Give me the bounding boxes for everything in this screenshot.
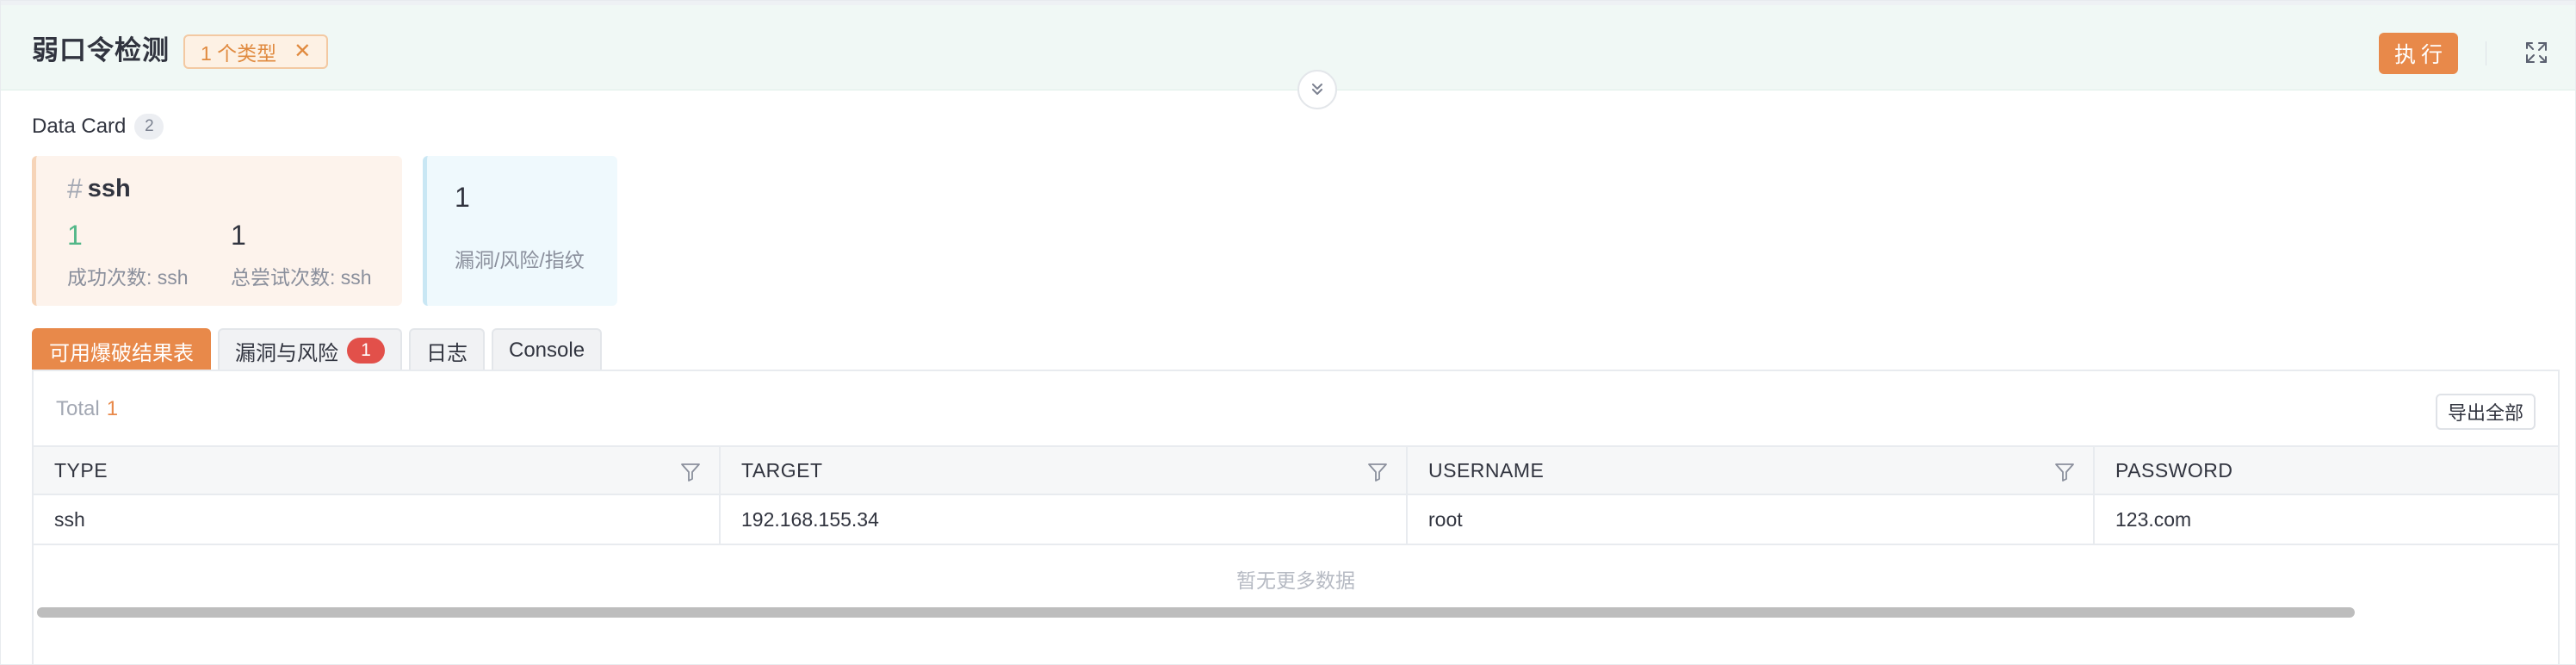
- tab-vulns-risks[interactable]: 漏洞与风险 1: [218, 328, 402, 371]
- column-header-target[interactable]: TARGET: [721, 447, 1408, 494]
- expand-icon[interactable]: [2523, 40, 2549, 65]
- card-title: # ssh: [67, 173, 131, 205]
- tab-label: 日志: [426, 341, 468, 365]
- execute-button[interactable]: 执行: [2379, 33, 2458, 74]
- type-filter-tag[interactable]: 1 个类型 ✕: [183, 34, 329, 69]
- total-value: 1: [106, 397, 119, 420]
- export-all-button[interactable]: 导出全部: [2436, 394, 2536, 430]
- no-more-data-text: 暂无更多数据: [1236, 569, 1355, 592]
- data-card-label: Data Card: [32, 115, 127, 138]
- total-count: Total 1: [56, 397, 118, 421]
- table-cell-type: ssh: [34, 495, 721, 544]
- stat-label: 总尝试次数: ssh: [231, 266, 372, 289]
- tab-count-badge: 1: [347, 338, 385, 364]
- table-cell-password: 123.com: [2115, 507, 2192, 531]
- column-header-label: USERNAME: [1428, 458, 1545, 482]
- card-title-text: ssh: [87, 175, 131, 202]
- table-cell-target: 192.168.155.34: [721, 495, 1408, 544]
- close-icon[interactable]: ✕: [294, 41, 311, 62]
- stat-value: 1: [231, 220, 246, 251]
- tab-label: 漏洞与风险: [235, 341, 338, 365]
- tab-logs[interactable]: 日志: [409, 328, 485, 371]
- panel-header: 弱口令检测 1 个类型 ✕ 执行: [1, 1, 2575, 90]
- column-header-label: TARGET: [741, 458, 823, 482]
- table-cell-username: root: [1408, 495, 2095, 544]
- stat-value: 1: [67, 220, 83, 251]
- tab-label: Console: [509, 339, 585, 362]
- total-attempts-stat: 1 总尝试次数: ssh: [231, 218, 372, 290]
- data-card-heading: Data Card 2: [32, 113, 164, 140]
- success-count-stat: 1 成功次数: ssh: [67, 218, 189, 290]
- column-header-label: TYPE: [54, 458, 108, 482]
- ssh-stat-card: # ssh 1 成功次数: ssh 1 总尝试次数: ssh: [32, 156, 402, 306]
- tab-label: 可用爆破结果表: [49, 341, 194, 365]
- type-tag-label: 1 个类型: [201, 42, 277, 65]
- page-title: 弱口令检测: [32, 35, 170, 65]
- horizontal-scrollbar[interactable]: [37, 607, 2355, 618]
- stat-value: 1: [455, 182, 470, 213]
- results-table: TYPE TARGET USERNAME PASSWORD ssh 192.16…: [34, 445, 2558, 545]
- tab-brute-results[interactable]: 可用爆破结果表: [32, 328, 211, 371]
- result-tabs: 可用爆破结果表 漏洞与风险 1 日志 Console: [32, 328, 603, 371]
- column-header-type[interactable]: TYPE: [34, 447, 721, 494]
- total-label: Total: [56, 397, 100, 420]
- collapse-toggle[interactable]: [1297, 70, 1337, 109]
- stat-label: 成功次数: ssh: [67, 266, 189, 289]
- table-row[interactable]: ssh 192.168.155.34 root 123.com: [34, 495, 2558, 545]
- column-header-username[interactable]: USERNAME: [1408, 447, 2095, 494]
- chevron-double-down-icon: [1312, 84, 1322, 95]
- filter-icon[interactable]: [1366, 461, 1389, 483]
- filter-icon[interactable]: [679, 461, 702, 483]
- vuln-count-stat: 1 漏洞/风险/指纹: [455, 180, 585, 273]
- hash-icon: #: [67, 173, 83, 204]
- column-header-label: PASSWORD: [2115, 458, 2233, 482]
- tab-console[interactable]: Console: [492, 328, 603, 371]
- table-header-row: TYPE TARGET USERNAME PASSWORD: [34, 445, 2558, 495]
- results-panel: Total 1 导出全部 TYPE TARGET USERNAME PASSWOR…: [32, 370, 2560, 664]
- column-header-password[interactable]: PASSWORD: [2095, 447, 2558, 494]
- data-card-count-badge: 2: [134, 114, 164, 140]
- vuln-stat-card: 1 漏洞/风险/指纹: [423, 156, 617, 306]
- plugin-panel: 弱口令检测 1 个类型 ✕ 执行 Data Card 2 # ssh 1 成功次…: [0, 0, 2576, 665]
- filter-icon[interactable]: [2053, 461, 2076, 483]
- stat-label: 漏洞/风险/指纹: [455, 249, 585, 271]
